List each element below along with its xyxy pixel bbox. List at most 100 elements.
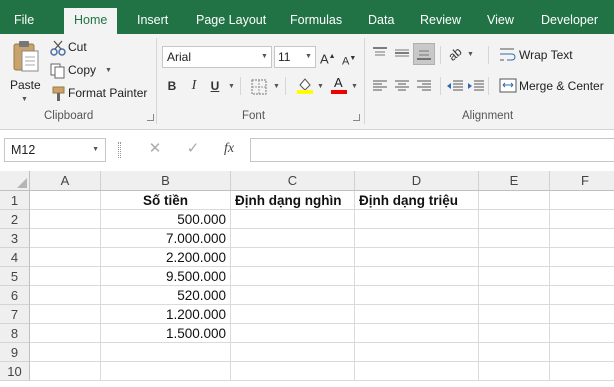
cell-c7[interactable] (231, 305, 355, 324)
select-all-button[interactable] (0, 171, 30, 191)
formula-input[interactable] (250, 138, 614, 162)
cell-c3[interactable] (231, 229, 355, 248)
cell-b6[interactable]: 520.000 (101, 286, 231, 305)
cancel-icon[interactable]: ✕ (146, 139, 164, 159)
tab-file[interactable]: File (14, 0, 34, 34)
cell-b1[interactable]: Số tiền (101, 191, 231, 210)
cell-b7[interactable]: 1.200.000 (101, 305, 231, 324)
cell-b2[interactable]: 500.000 (101, 210, 231, 229)
cell-f7[interactable] (550, 305, 614, 324)
decrease-indent-icon[interactable] (446, 79, 464, 93)
cell-e2[interactable] (479, 210, 550, 229)
cell-f9[interactable] (550, 343, 614, 362)
cell-b10[interactable] (101, 362, 231, 381)
cell-a1[interactable] (30, 191, 101, 210)
underline-button[interactable]: U (207, 76, 223, 96)
row-header[interactable]: 3 (0, 229, 30, 248)
cell-d2[interactable] (355, 210, 479, 229)
increase-indent-icon[interactable] (467, 79, 485, 93)
enter-icon[interactable]: ✓ (184, 139, 202, 159)
column-header-a[interactable]: A (30, 171, 101, 191)
cell-e8[interactable] (479, 324, 550, 343)
cell-a5[interactable] (30, 267, 101, 286)
row-header[interactable]: 9 (0, 343, 30, 362)
cell-e1[interactable] (479, 191, 550, 210)
cell-b9[interactable] (101, 343, 231, 362)
cell-b8[interactable]: 1.500.000 (101, 324, 231, 343)
cell-d7[interactable] (355, 305, 479, 324)
cell-f2[interactable] (550, 210, 614, 229)
cell-c10[interactable] (231, 362, 355, 381)
cell-d8[interactable] (355, 324, 479, 343)
cell-d10[interactable] (355, 362, 479, 381)
cell-a9[interactable] (30, 343, 101, 362)
borders-icon[interactable] (251, 79, 267, 95)
cell-e4[interactable] (479, 248, 550, 267)
row-header[interactable]: 10 (0, 362, 30, 381)
tab-insert[interactable]: Insert (137, 0, 168, 34)
tab-data[interactable]: Data (368, 0, 394, 34)
cell-c5[interactable] (231, 267, 355, 286)
fill-color-icon[interactable] (296, 76, 314, 94)
cell-e10[interactable] (479, 362, 550, 381)
cell-a2[interactable] (30, 210, 101, 229)
font-color-dropdown-icon[interactable]: ▼ (351, 83, 358, 90)
cell-a7[interactable] (30, 305, 101, 324)
cell-c2[interactable] (231, 210, 355, 229)
cell-f8[interactable] (550, 324, 614, 343)
row-header[interactable]: 5 (0, 267, 30, 286)
cell-b4[interactable]: 2.200.000 (101, 248, 231, 267)
cell-d1[interactable]: Định dạng triệu (355, 191, 479, 210)
tab-formulas[interactable]: Formulas (290, 0, 342, 34)
borders-dropdown-icon[interactable]: ▼ (273, 83, 280, 90)
cell-e6[interactable] (479, 286, 550, 305)
tab-developer[interactable]: Developer (541, 0, 598, 34)
paste-dropdown-icon[interactable]: ▼ (21, 96, 28, 103)
align-right-icon[interactable] (416, 79, 432, 93)
tab-page-layout[interactable]: Page Layout (196, 0, 266, 34)
cell-c6[interactable] (231, 286, 355, 305)
cell-e3[interactable] (479, 229, 550, 248)
cell-a10[interactable] (30, 362, 101, 381)
cell-f6[interactable] (550, 286, 614, 305)
cut-button[interactable]: Cut (48, 38, 108, 58)
cell-c4[interactable] (231, 248, 355, 267)
column-header-b[interactable]: B (101, 171, 231, 191)
underline-dropdown-icon[interactable]: ▼ (228, 83, 235, 90)
middle-align-icon[interactable] (394, 46, 410, 60)
cell-b3[interactable]: 7.000.000 (101, 229, 231, 248)
formula-bar-splitter[interactable] (118, 142, 121, 158)
font-launcher-icon[interactable] (353, 114, 360, 121)
copy-button[interactable]: Copy ▼ (48, 61, 118, 81)
increase-font-size-icon[interactable]: A▲ (320, 47, 336, 69)
align-center-icon[interactable] (394, 79, 410, 93)
cell-a4[interactable] (30, 248, 101, 267)
orientation-dropdown-icon[interactable]: ▼ (467, 51, 474, 58)
row-header[interactable]: 6 (0, 286, 30, 305)
insert-function-icon[interactable]: fx (220, 139, 238, 159)
copy-dropdown-icon[interactable]: ▼ (105, 67, 112, 74)
tab-review[interactable]: Review (420, 0, 461, 34)
column-header-c[interactable]: C (231, 171, 355, 191)
bold-button[interactable]: B (164, 76, 180, 96)
column-header-f[interactable]: F (550, 171, 614, 191)
cell-f1[interactable] (550, 191, 614, 210)
cell-e7[interactable] (479, 305, 550, 324)
cell-f10[interactable] (550, 362, 614, 381)
orientation-icon[interactable]: ab (442, 41, 467, 67)
bottom-align-icon[interactable] (413, 43, 435, 65)
row-header[interactable]: 2 (0, 210, 30, 229)
cell-d9[interactable] (355, 343, 479, 362)
clipboard-launcher-icon[interactable] (147, 114, 154, 121)
paste-button[interactable]: Paste ▼ (6, 38, 44, 108)
row-header[interactable]: 7 (0, 305, 30, 324)
row-header[interactable]: 1 (0, 191, 30, 210)
italic-button[interactable]: I (186, 76, 202, 96)
cell-e5[interactable] (479, 267, 550, 286)
cell-e9[interactable] (479, 343, 550, 362)
cell-d5[interactable] (355, 267, 479, 286)
merge-center-button[interactable]: Merge & Center (496, 75, 614, 97)
cell-c9[interactable] (231, 343, 355, 362)
align-left-icon[interactable] (372, 79, 388, 93)
column-header-d[interactable]: D (355, 171, 479, 191)
